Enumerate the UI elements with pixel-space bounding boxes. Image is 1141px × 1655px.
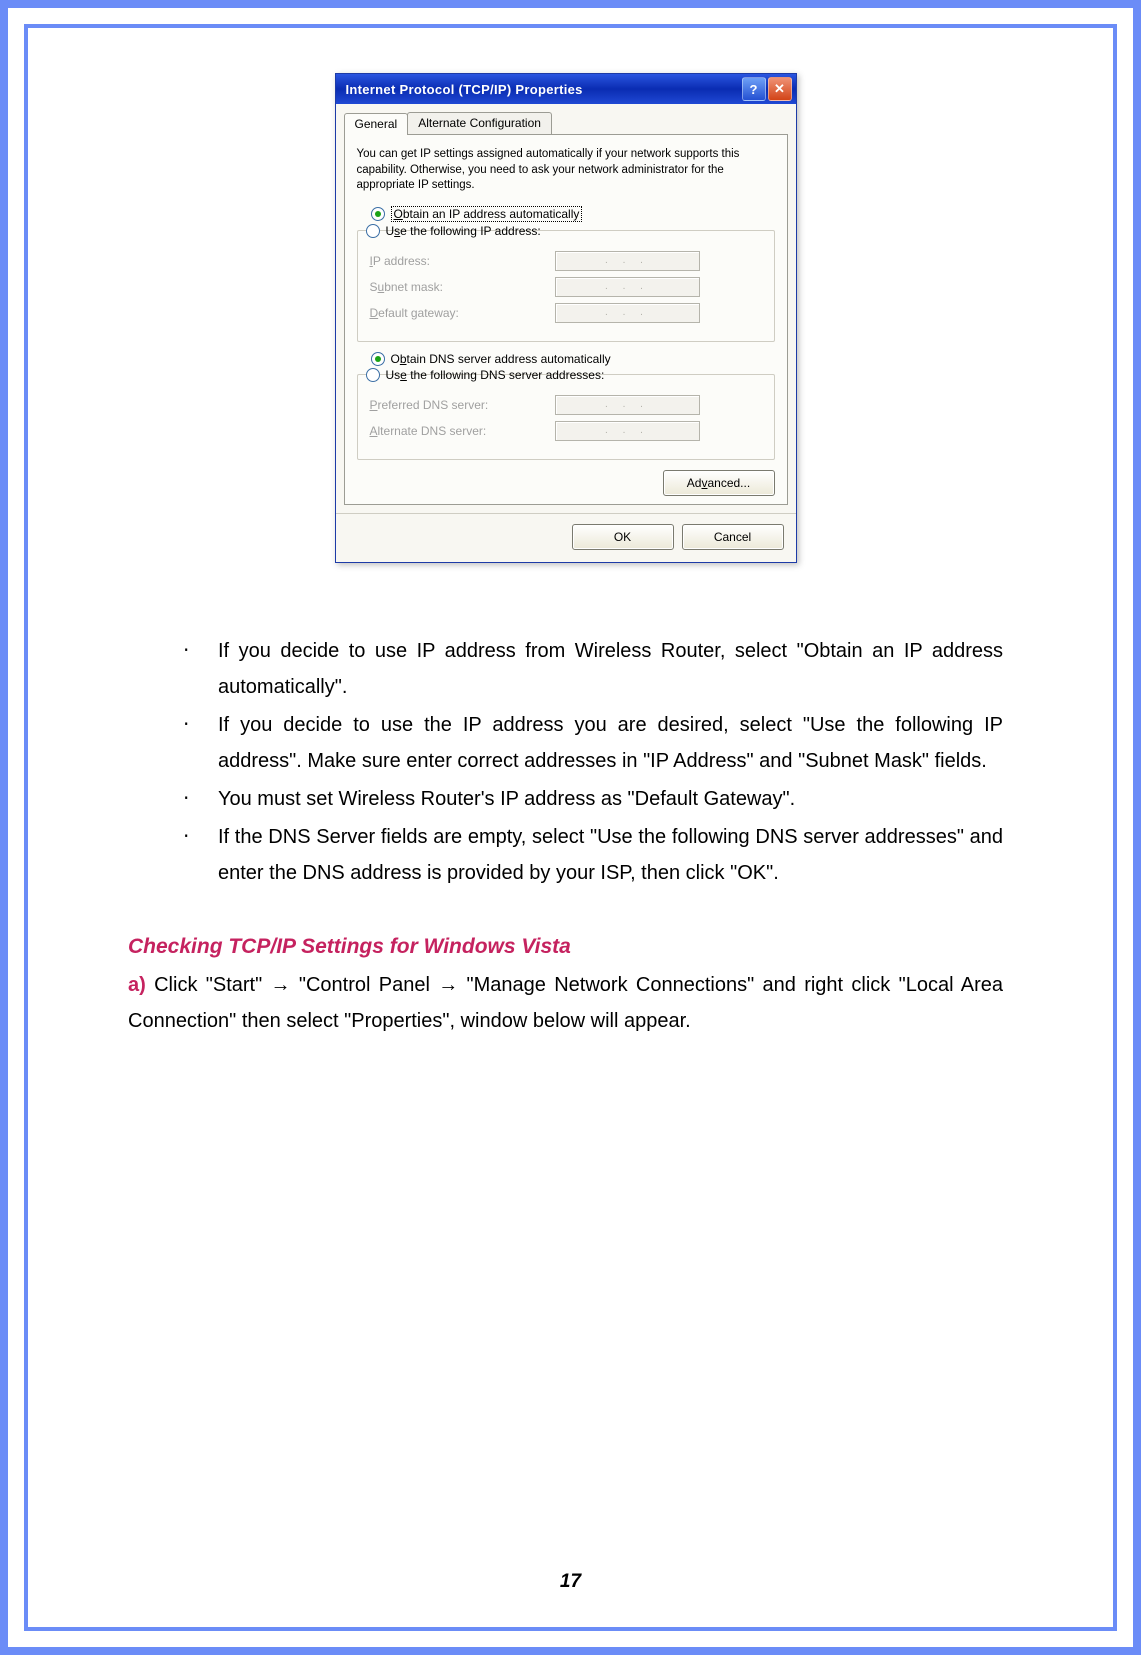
label-default-gateway: Default gateway: xyxy=(370,306,555,320)
bullet-list: If you decide to use IP address from Wir… xyxy=(128,633,1003,891)
row-ip-address: IP address: . . . xyxy=(370,251,762,271)
radio-use-following-dns-label: Use the following DNS server addresses: xyxy=(386,368,605,382)
bullet-1: If you decide to use IP address from Wir… xyxy=(183,633,1003,705)
bullet-2: If you decide to use the IP address you … xyxy=(183,707,1003,779)
label-alternate-dns: Alternate DNS server: xyxy=(370,424,555,438)
input-subnet-mask[interactable]: . . . xyxy=(555,277,700,297)
dialog-body: General Alternate Configuration You can … xyxy=(336,104,796,562)
radio-circle-icon xyxy=(366,368,380,382)
row-alternate-dns: Alternate DNS server: . . . xyxy=(370,421,762,441)
row-subnet-mask: Subnet mask: . . . xyxy=(370,277,762,297)
row-default-gateway: Default gateway: . . . xyxy=(370,303,762,323)
step-a-pre: Click "Start" xyxy=(146,974,271,996)
radio-obtain-ip-auto[interactable]: Obtain an IP address automatically xyxy=(371,206,775,222)
tab-general[interactable]: General xyxy=(344,113,409,135)
arrow-icon: → xyxy=(271,974,291,996)
advanced-row: Advanced... xyxy=(357,470,775,496)
label-preferred-dns: Preferred DNS server: xyxy=(370,398,555,412)
radio-dot-icon xyxy=(371,352,385,366)
label-ip-address: IP address: xyxy=(370,254,555,268)
tab-panel-general: You can get IP settings assigned automat… xyxy=(344,134,788,505)
dialog-container: Internet Protocol (TCP/IP) Properties ? … xyxy=(128,73,1003,563)
radio-obtain-ip-auto-label: Obtain an IP address automatically xyxy=(391,206,583,222)
section-title-vista: Checking TCP/IP Settings for Windows Vis… xyxy=(128,929,1003,965)
titlebar: Internet Protocol (TCP/IP) Properties ? … xyxy=(336,74,796,104)
input-preferred-dns[interactable]: . . . xyxy=(555,395,700,415)
dialog-footer: OK Cancel xyxy=(336,513,796,562)
cancel-button[interactable]: Cancel xyxy=(682,524,784,550)
advanced-button[interactable]: Advanced... xyxy=(663,470,775,496)
dns-manual-group: Use the following DNS server addresses: … xyxy=(357,374,775,460)
radio-use-following-dns[interactable]: Use the following DNS server addresses: xyxy=(366,368,762,382)
ok-button[interactable]: OK xyxy=(572,524,674,550)
intro-text: You can get IP settings assigned automat… xyxy=(357,147,775,194)
help-icon: ? xyxy=(750,82,758,97)
page-outer-border: Internet Protocol (TCP/IP) Properties ? … xyxy=(0,0,1141,1655)
row-preferred-dns: Preferred DNS server: . . . xyxy=(370,395,762,415)
input-default-gateway[interactable]: . . . xyxy=(555,303,700,323)
tab-strip: General Alternate Configuration xyxy=(336,104,796,134)
page-inner-border: Internet Protocol (TCP/IP) Properties ? … xyxy=(24,24,1117,1631)
input-ip-address[interactable]: . . . xyxy=(555,251,700,271)
radio-use-following-ip-label: Use the following IP address: xyxy=(386,224,541,238)
label-subnet-mask: Subnet mask: xyxy=(370,280,555,294)
tab-alternate-configuration[interactable]: Alternate Configuration xyxy=(407,112,552,134)
radio-obtain-dns-auto[interactable]: Obtain DNS server address automatically xyxy=(371,352,775,366)
help-button[interactable]: ? xyxy=(742,77,766,101)
tcpip-properties-dialog: Internet Protocol (TCP/IP) Properties ? … xyxy=(335,73,797,563)
body-text: If you decide to use IP address from Wir… xyxy=(128,633,1003,1039)
input-alternate-dns[interactable]: . . . xyxy=(555,421,700,441)
radio-circle-icon xyxy=(366,224,380,238)
window-title: Internet Protocol (TCP/IP) Properties xyxy=(340,82,740,97)
bullet-4: If the DNS Server fields are empty, sele… xyxy=(183,819,1003,891)
ip-manual-group: Use the following IP address: IP address… xyxy=(357,230,775,342)
step-a-mid1: "Control Panel xyxy=(291,974,439,996)
close-button[interactable]: ✕ xyxy=(768,77,792,101)
page-number: 17 xyxy=(28,1571,1113,1593)
radio-dot-icon xyxy=(371,207,385,221)
arrow-icon: → xyxy=(438,974,458,996)
step-a-label: a) xyxy=(128,974,146,996)
close-icon: ✕ xyxy=(774,81,785,97)
radio-use-following-ip[interactable]: Use the following IP address: xyxy=(366,224,762,238)
step-a-text: a) Click "Start" → "Control Panel → "Man… xyxy=(128,967,1003,1039)
radio-obtain-dns-auto-label: Obtain DNS server address automatically xyxy=(391,352,611,366)
bullet-3: You must set Wireless Router's IP addres… xyxy=(183,781,1003,817)
